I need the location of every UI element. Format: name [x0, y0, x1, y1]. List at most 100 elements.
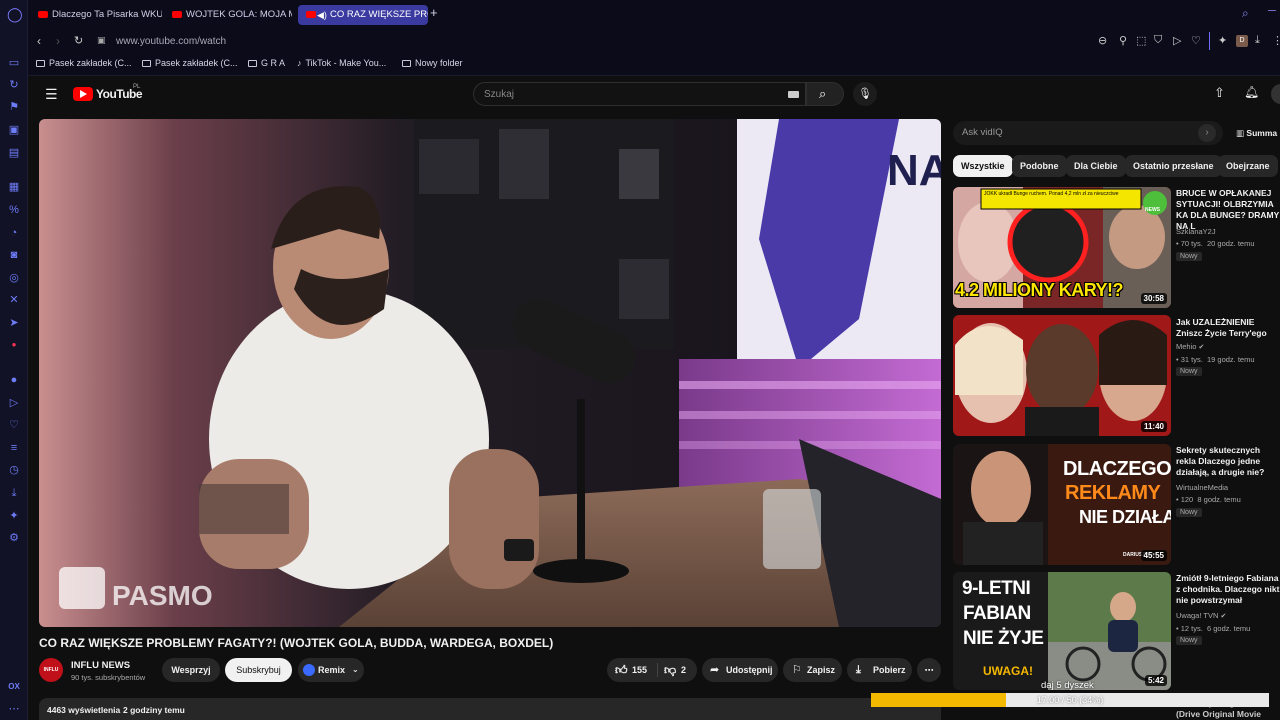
thumb-line-1: 9-LETNI [962, 578, 1031, 599]
chip-watched[interactable]: Obejrzane [1218, 155, 1278, 177]
spotify-icon[interactable]: ● [7, 373, 21, 387]
new-badge: Nowy [1176, 252, 1202, 261]
bookmark-icon: ⚐ [792, 664, 802, 676]
notifications-bell-icon[interactable]: 🔔︎ [1244, 85, 1259, 99]
bookmark-3[interactable]: G R A [248, 58, 285, 68]
rec-thumbnail-3[interactable]: DLACZEGO REKLAMY NIE DZIAŁAJĄ? DARIUSZ M… [953, 444, 1171, 565]
subscribe-button[interactable]: Subskrybuj [225, 658, 292, 682]
heart-icon[interactable]: ♡ [7, 418, 21, 432]
like-icon[interactable]: 👍︎ [615, 658, 628, 682]
rec-thumbnail-1[interactable]: JOKK ukradł Bunge ruchem. Ponad 4,2 mln … [953, 187, 1171, 308]
rec-title-2[interactable]: Jak UZALEŻNIENIE Zniszc Życie Terry'ego … [1176, 317, 1280, 339]
avatar[interactable] [1271, 84, 1280, 104]
chip-recent[interactable]: Ostatnio przesłane [1125, 155, 1222, 177]
screenshot-icon[interactable]: ⬚ [1136, 34, 1146, 47]
save-button[interactable]: ⚐ Zapisz [783, 658, 842, 682]
channel-avatar[interactable]: INFLU [39, 658, 63, 682]
rec-thumbnail-4[interactable]: 9-LETNI FABIAN NIE ŻYJE UWAGA! 5:42 [953, 572, 1171, 690]
rec-channel-4[interactable]: Uwaga! TVN ✔ [1176, 611, 1226, 620]
ai-icon[interactable]: ⚑ [7, 100, 21, 114]
play-icon[interactable]: ▷ [7, 396, 21, 410]
twitch-icon[interactable]: ▦ [7, 180, 21, 194]
forward-icon[interactable]: › [56, 34, 60, 48]
video-player[interactable]: NA PASMO [39, 119, 941, 627]
search-input[interactable]: Szukaj [473, 82, 806, 106]
tab-2[interactable]: WOJTEK GOLA: MOJA MA [164, 5, 292, 25]
history-icon[interactable]: ◷ [7, 463, 21, 477]
extensions-icon[interactable]: ✦ [1218, 34, 1227, 47]
rec-channel-3[interactable]: WirtualneMedia [1176, 483, 1228, 492]
vidiq-input[interactable]: Ask vidIQ › [953, 121, 1223, 145]
settings-icon[interactable]: ⚙ [7, 531, 21, 545]
shield-icon[interactable]: ⛉ [1154, 34, 1162, 47]
bookmark-heart-icon[interactable]: ♡ [1191, 34, 1201, 47]
upload-icon[interactable]: ⇧ [1214, 85, 1225, 101]
back-icon[interactable]: ‹ [37, 34, 41, 48]
description-box[interactable]: 4463 wyświetlenia 2 godziny temu [39, 698, 941, 720]
search-tabs-icon[interactable]: ⌕ [1242, 6, 1249, 21]
chip-similar[interactable]: Podobne [1012, 155, 1067, 177]
keyboard-icon[interactable] [788, 91, 799, 98]
more-icon[interactable]: ⋯ [7, 702, 21, 716]
vidiq-summary-button[interactable]: ▥ Summa [1236, 128, 1277, 139]
extension-badge[interactable]: D [1236, 35, 1248, 47]
download-icon[interactable]: ⤓ [7, 486, 21, 500]
news-icon[interactable]: ▤ [7, 146, 21, 160]
channel-name[interactable]: INFLU NEWS [71, 660, 130, 671]
rec-channel-1[interactable]: SzklanaY2J [1176, 227, 1216, 236]
bookmark-4[interactable]: ♪ TikTok - Make You... [297, 58, 386, 68]
percent-icon[interactable]: % [7, 203, 21, 217]
extensions-icon[interactable]: ✦ [7, 509, 21, 523]
bookmark-2[interactable]: Pasek zakładek (C... [142, 58, 238, 68]
minimize-icon[interactable]: ─ [1268, 5, 1276, 17]
voice-search-button[interactable]: 🎙︎ [853, 82, 877, 106]
controller-icon[interactable]: ▣ [7, 123, 21, 137]
thumb-headline: 4.2 MILIONY KARY!? [955, 280, 1124, 300]
new-tab-button[interactable]: + [430, 5, 438, 20]
url-field[interactable]: www.youtube.com/watch [116, 36, 226, 47]
rec-thumbnail-2[interactable]: 11:40 [953, 315, 1171, 436]
chip-all[interactable]: Wszystkie [953, 155, 1013, 177]
share-button[interactable]: ➦ Udostępnij [702, 658, 778, 682]
telegram-icon[interactable]: ➤ [7, 316, 21, 330]
refresh-icon[interactable]: ↻ [7, 78, 21, 92]
youtube-logo-icon[interactable] [73, 87, 93, 101]
search-button[interactable]: ⌕ [806, 82, 844, 106]
vidiq-send-icon[interactable]: › [1198, 124, 1216, 142]
opera-logo-icon[interactable]: ◯ [7, 7, 23, 21]
layers-icon[interactable]: ≡ [7, 441, 21, 455]
cast-icon[interactable]: ▷ [1173, 34, 1181, 47]
rec-title-4[interactable]: Zmiótł 9-letniego Fabiana z chodnika. Dl… [1176, 573, 1280, 606]
rec-channel-2[interactable]: Mehio ✔ [1176, 342, 1204, 351]
tiktok-icon: ♪ [297, 58, 302, 68]
rec-title-1[interactable]: BRUCE W OPŁAKANEJ SYTUACJI! OLBRZYMIA KA… [1176, 188, 1280, 232]
vidiq-placeholder: Ask vidIQ [962, 127, 1003, 138]
hamburger-menu-icon[interactable]: ☰ [45, 86, 58, 103]
tab-3-active[interactable]: ◀) CO RAZ WIĘKSZE PROB [298, 5, 428, 25]
more-actions-button[interactable]: ⋯ [917, 658, 941, 682]
zoom-icon[interactable]: ⊖ [1098, 34, 1107, 47]
downloads-icon[interactable]: ⤓ [1255, 34, 1260, 47]
dislike-icon[interactable]: 👎︎ [664, 658, 676, 682]
tab-bar: Dlaczego Ta Pisarka WKUR WOJTEK GOLA: MO… [28, 0, 1280, 29]
wallet-icon[interactable]: ▭ [7, 56, 21, 70]
thumb-logo: UWAGA! [983, 664, 1033, 678]
rec-title-3[interactable]: Sekrety skutecznych rekla Dlaczego jedne… [1176, 445, 1280, 478]
instagram-icon[interactable]: ◎ [7, 271, 21, 285]
menu-icon[interactable]: ⋮ [1272, 34, 1280, 47]
search-icon: ⌕ [819, 86, 827, 101]
reload-icon[interactable]: ↻ [74, 34, 83, 47]
remix-button[interactable]: Remix ⌄ [298, 658, 364, 682]
bookmark-1[interactable]: Pasek zakładek (C... [36, 58, 132, 68]
messenger-icon[interactable]: ◔ [7, 226, 21, 240]
ext-red-icon[interactable]: ● [7, 338, 21, 352]
discord-icon[interactable]: ◙ [7, 248, 21, 262]
x-icon[interactable]: ✕ [7, 293, 21, 307]
tab-1[interactable]: Dlaczego Ta Pisarka WKUR [30, 5, 162, 25]
download-button[interactable]: ⤓ Pobierz [847, 658, 912, 682]
support-button[interactable]: Wesprzyj [162, 658, 220, 682]
bookmark-5[interactable]: Nowy folder [402, 58, 463, 68]
duration-badge: 45:55 [1140, 550, 1167, 561]
chip-for-you[interactable]: Dla Ciebie [1066, 155, 1126, 177]
pin-icon[interactable]: ⚲ [1119, 34, 1127, 47]
